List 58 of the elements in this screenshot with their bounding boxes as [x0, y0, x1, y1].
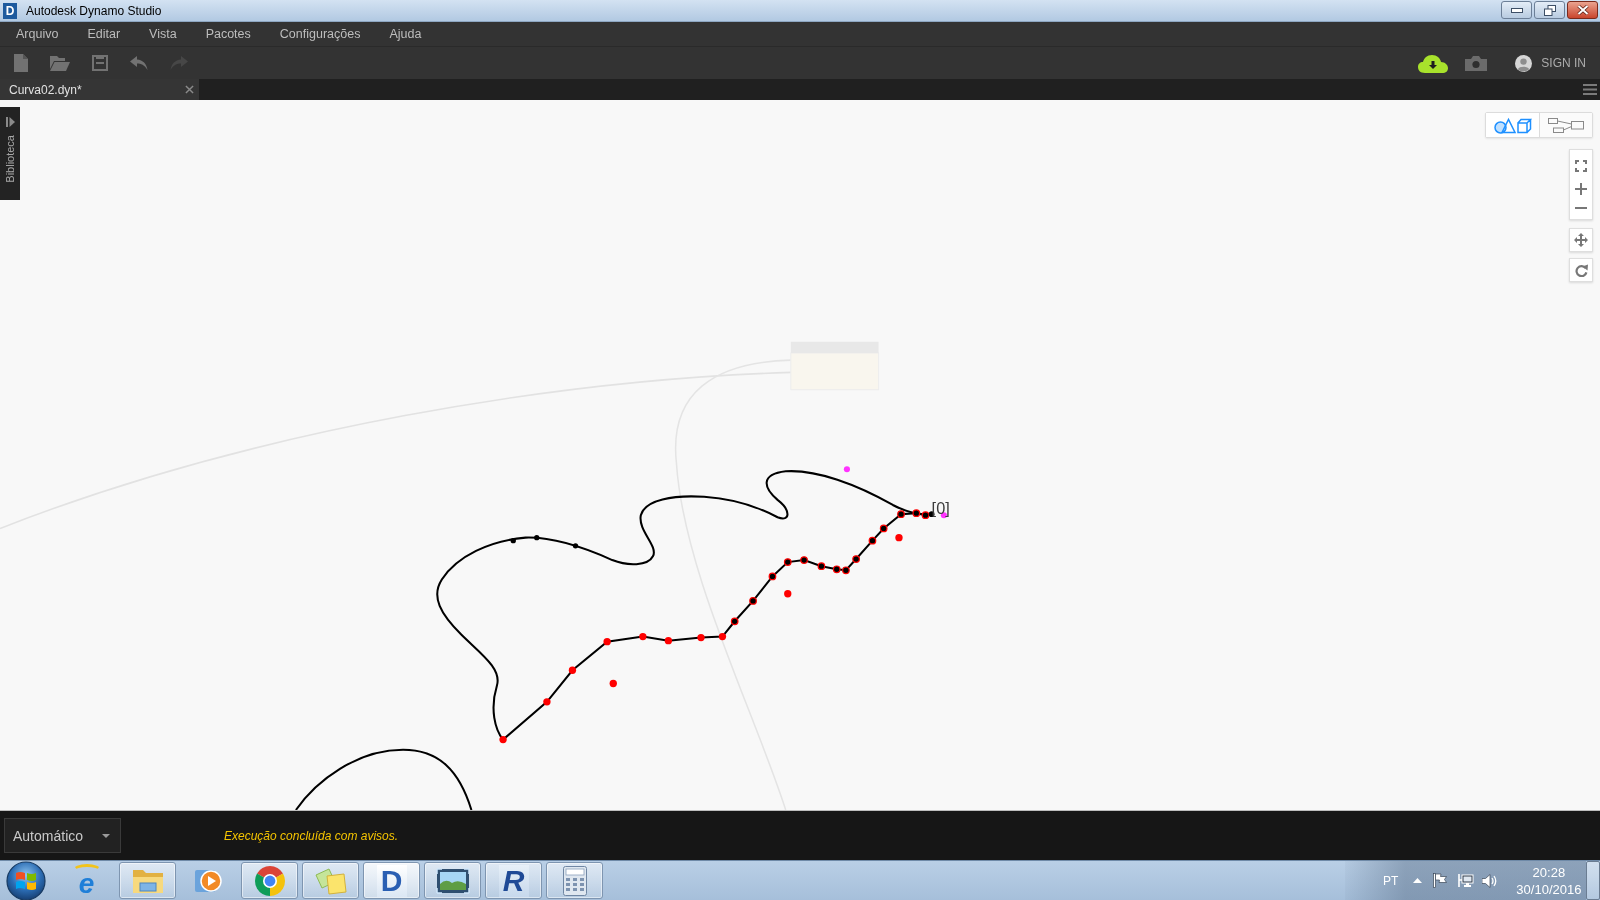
menu-item[interactable]: Pacotes — [205, 27, 251, 41]
point-index-label: [0] — [931, 499, 950, 518]
close-button[interactable] — [1567, 1, 1598, 19]
calculator-icon[interactable] — [562, 865, 587, 896]
folder-icon[interactable] — [131, 867, 164, 894]
folder-icon[interactable] — [50, 55, 70, 71]
zoom-out-icon[interactable] — [1575, 207, 1587, 210]
user-avatar-icon — [1515, 54, 1533, 72]
curved-arrow-left-icon[interactable] — [130, 56, 148, 70]
caret-up-icon[interactable] — [1413, 878, 1423, 883]
network-icon[interactable] — [1458, 873, 1475, 888]
document-icon[interactable] — [14, 54, 28, 72]
geometry-view-button[interactable] — [1486, 113, 1539, 137]
file-tab[interactable]: Curva02.dyn* — [0, 79, 199, 100]
taskbar-button[interactable]: D — [363, 862, 420, 899]
restore-button[interactable] — [1534, 1, 1565, 19]
menu-item[interactable]: Ajuda — [389, 27, 422, 41]
window-title: Autodesk Dynamo Studio — [26, 3, 162, 18]
camera-icon[interactable] — [1465, 55, 1488, 71]
overlapping-squares-icon — [1543, 4, 1556, 16]
orbit-button[interactable] — [1569, 258, 1593, 282]
app-logo: D — [3, 2, 17, 19]
taskbar-button[interactable]: R — [485, 862, 542, 899]
zoom-in-icon[interactable] — [1575, 183, 1587, 196]
flag-icon[interactable] — [1433, 873, 1448, 888]
menu-item[interactable]: Configurações — [279, 27, 361, 41]
fit-view-icon[interactable] — [1575, 159, 1587, 172]
menu-item[interactable]: Arquivo — [16, 27, 59, 41]
rotate-arrow-icon — [1574, 263, 1588, 277]
menu-icon[interactable] — [1583, 84, 1597, 95]
four-way-arrow-icon — [1574, 233, 1588, 247]
taskbar-button[interactable] — [546, 862, 603, 899]
sign-in-button[interactable]: SIGN IN — [1515, 54, 1586, 72]
node-graph-icon — [1548, 117, 1584, 133]
landscape-picture-icon[interactable] — [435, 867, 470, 894]
app-logo[interactable]: R — [498, 864, 529, 897]
library-tab[interactable]: Biblioteca — [0, 107, 20, 200]
taskbar-button[interactable] — [241, 862, 298, 899]
graph-view-button[interactable] — [1539, 113, 1592, 137]
pan-button[interactable] — [1569, 228, 1593, 252]
start-orb-icon[interactable] — [6, 860, 46, 900]
menu-item[interactable]: Editar — [87, 27, 121, 41]
run-mode-dropdown[interactable]: Automático — [4, 818, 121, 853]
menu-item[interactable]: Vista — [149, 27, 177, 41]
minimize-icon — [1510, 7, 1523, 13]
tricolor-circle-icon[interactable] — [253, 864, 286, 897]
status-message: Execução concluída com avisos. — [224, 828, 399, 843]
shapes-icon — [1493, 116, 1532, 134]
minimize-button[interactable] — [1501, 1, 1532, 19]
cloud-download-icon[interactable] — [1418, 53, 1449, 73]
close-icon — [1576, 5, 1589, 15]
caret-down-icon — [102, 833, 110, 838]
taskbar-button[interactable] — [424, 862, 481, 899]
speaker-icon[interactable] — [1482, 873, 1499, 888]
app-logo[interactable]: D — [376, 864, 407, 897]
show-desktop-button[interactable] — [1586, 861, 1600, 900]
close-icon[interactable] — [185, 85, 194, 94]
arrow-bar-icon — [5, 117, 15, 127]
